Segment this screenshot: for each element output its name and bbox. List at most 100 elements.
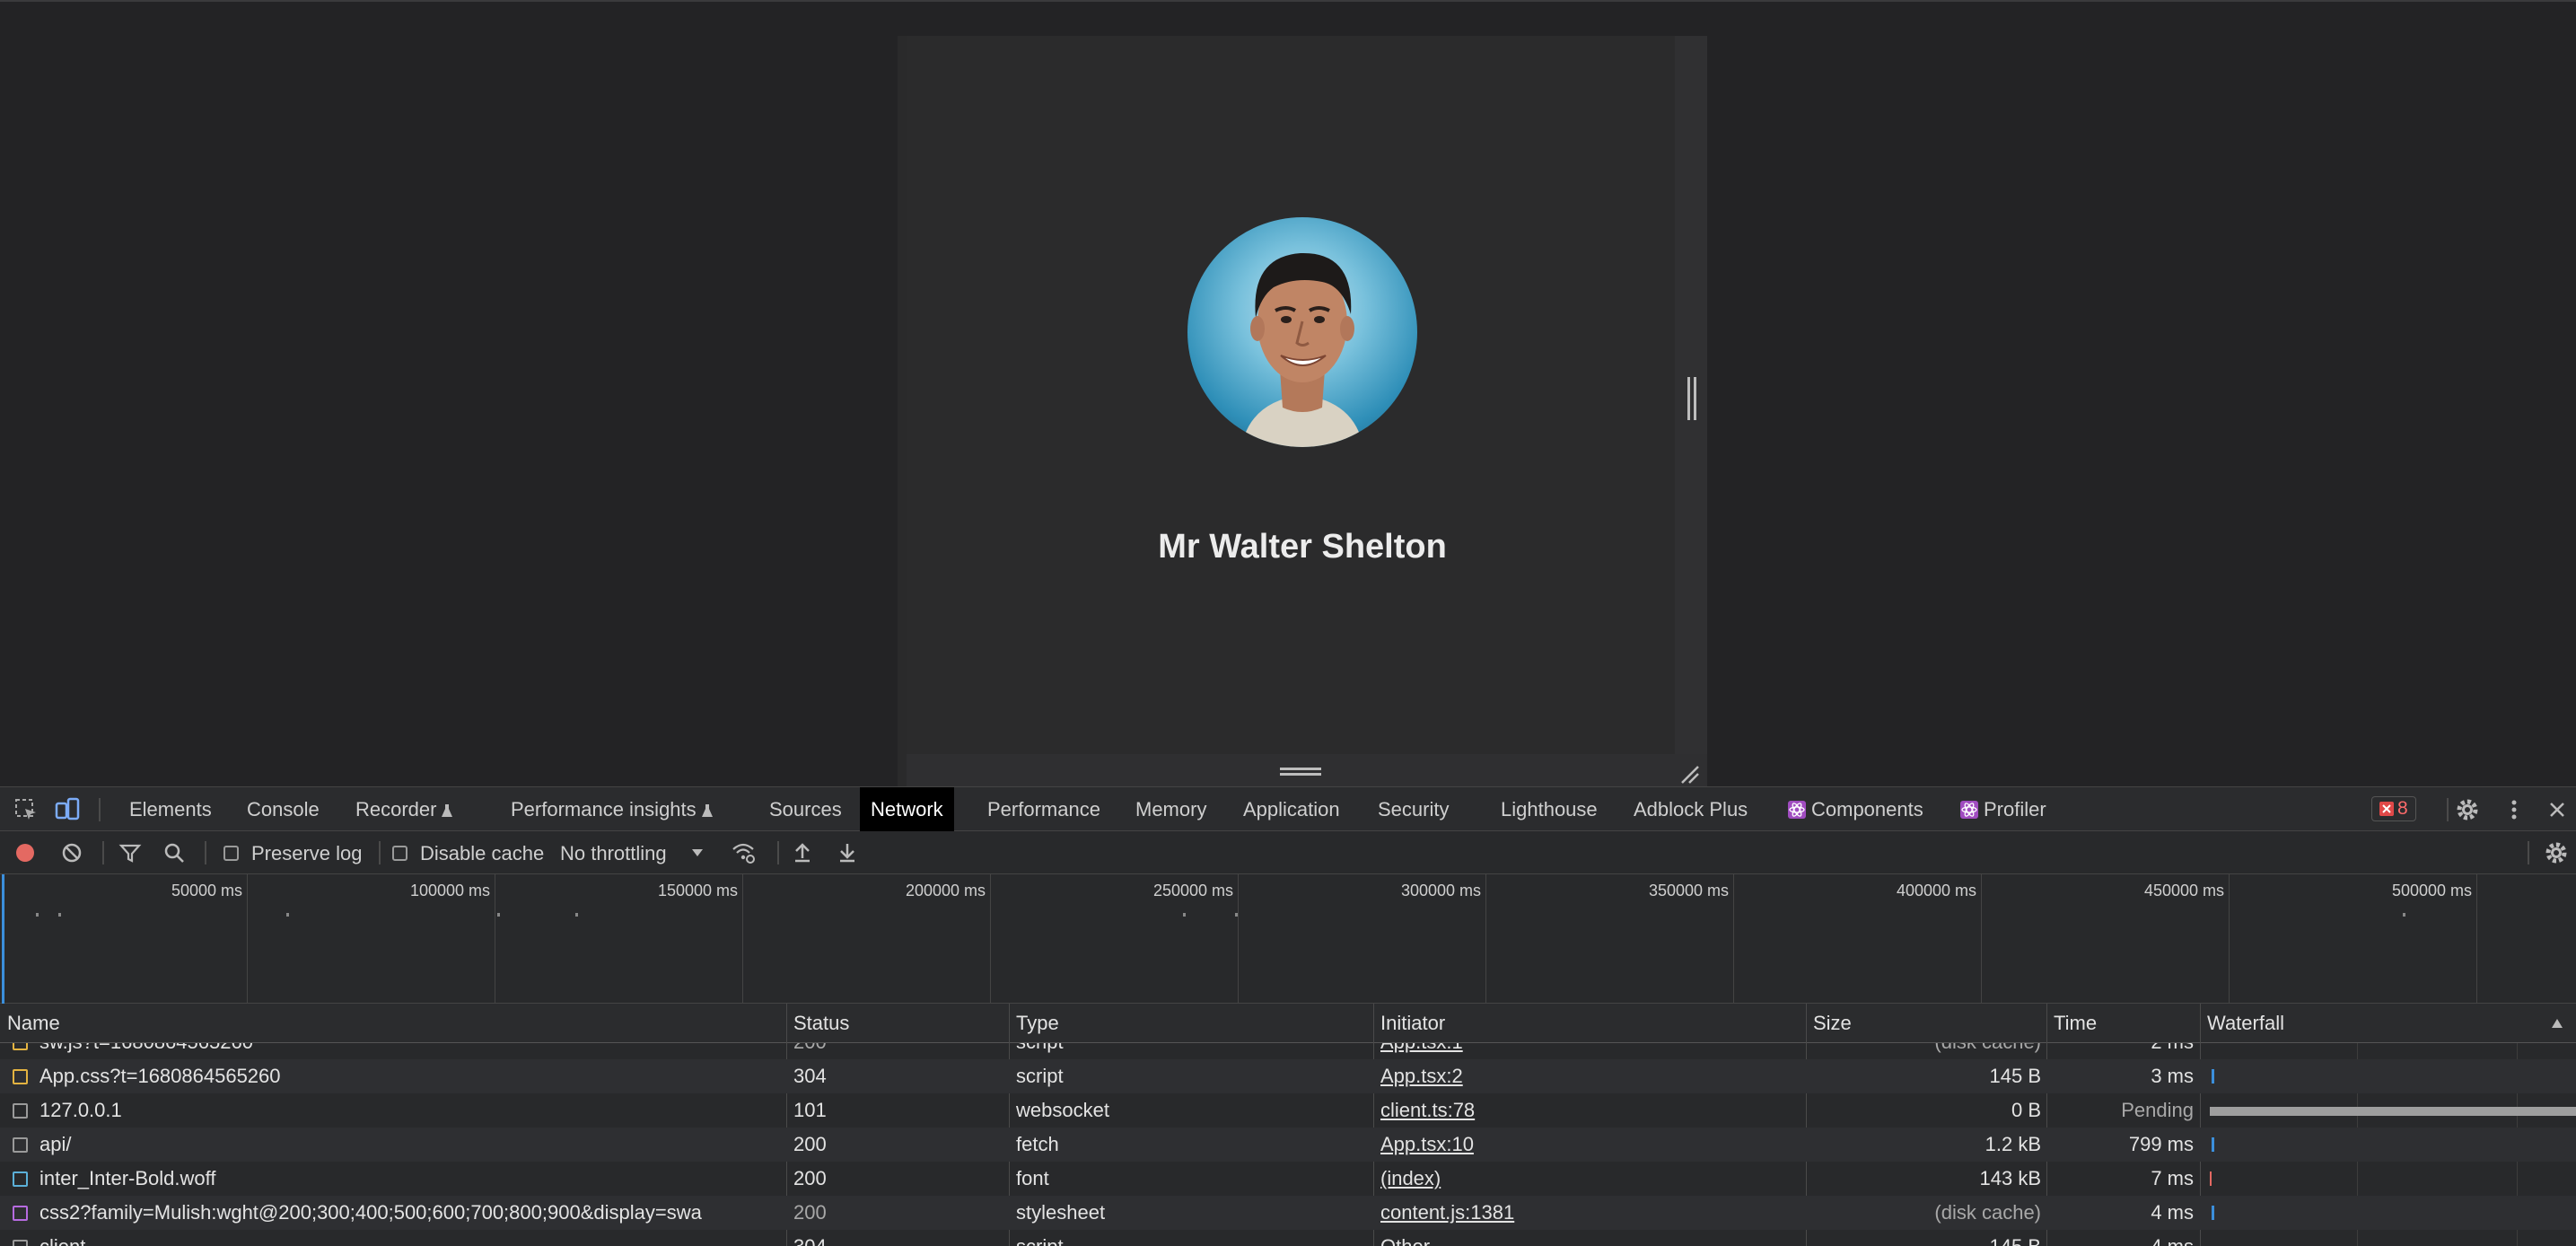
request-name: sw.js?t=1680864565260 <box>39 1043 781 1059</box>
tab-profiler[interactable]: Profiler <box>1950 787 2057 831</box>
device-bottom-bar <box>907 754 1707 788</box>
column-header-type[interactable]: Type <box>1009 1004 1059 1043</box>
tab-console[interactable]: Console <box>236 787 330 831</box>
request-time: Pending <box>2121 1099 2194 1121</box>
timeline-gridline <box>1981 874 1982 1004</box>
tab-recorder[interactable]: Recorder <box>345 787 463 831</box>
devtools-tabbar: Elements Console Recorder Performance in… <box>0 786 2576 831</box>
disable-cache-label: Disable cache <box>420 842 545 864</box>
tab-performance-insights[interactable]: Performance insights <box>500 787 723 831</box>
waterfall-bar <box>2212 1069 2214 1084</box>
tab-memory[interactable]: Memory <box>1125 787 1217 831</box>
record-icon[interactable] <box>13 840 38 865</box>
request-status: 101 <box>793 1099 827 1121</box>
disable-cache-checkbox[interactable] <box>392 846 407 861</box>
column-header-size[interactable]: Size <box>1806 1004 1852 1043</box>
waterfall-bar <box>2212 1137 2214 1152</box>
network-conditions-icon[interactable] <box>731 840 756 865</box>
column-header-status[interactable]: Status <box>786 1004 849 1043</box>
table-row[interactable]: App.css?t=1680864565260 304 script App.t… <box>0 1059 2576 1093</box>
preserve-log-label: Preserve log <box>251 842 363 864</box>
request-size: 0 B <box>2011 1099 2041 1121</box>
import-har-icon[interactable] <box>790 840 815 865</box>
request-name: api/ <box>39 1133 72 1155</box>
script-file-icon <box>13 1069 28 1084</box>
resize-corner-icon[interactable] <box>1680 765 1700 785</box>
timeline-request-mark <box>58 913 61 917</box>
fetch-file-icon <box>13 1137 28 1153</box>
export-har-icon[interactable] <box>835 840 860 865</box>
timeline-request-mark <box>1235 913 1238 917</box>
resize-handle-right[interactable] <box>1687 377 1696 420</box>
error-flag-icon <box>2379 802 2394 816</box>
sort-ascending-icon[interactable] <box>2551 1018 2563 1029</box>
request-initiator-link[interactable]: App.tsx:2 <box>1380 1059 1793 1093</box>
table-row[interactable]: sw.js?t=1680864565260 200 script App.tsx… <box>0 1043 2576 1059</box>
network-settings-gear-icon[interactable] <box>2544 840 2569 865</box>
profile-name: Mr Walter Shelton <box>1158 528 1447 566</box>
close-devtools-icon[interactable] <box>2544 796 2571 823</box>
request-size: (disk cache) <box>1934 1201 2041 1224</box>
column-header-waterfall[interactable]: Waterfall <box>2200 1004 2284 1043</box>
tab-security[interactable]: Security <box>1367 787 1459 831</box>
request-initiator-link[interactable]: content.js:1381 <box>1380 1196 1793 1230</box>
websocket-file-icon <box>13 1103 28 1119</box>
tab-adblock-plus[interactable]: Adblock Plus <box>1623 787 1758 831</box>
preserve-log-checkbox[interactable] <box>223 846 239 861</box>
tab-network[interactable]: Network <box>860 787 954 831</box>
script-file-icon <box>13 1240 28 1246</box>
tab-components[interactable]: Components <box>1777 787 1934 831</box>
tab-elements[interactable]: Elements <box>118 787 223 831</box>
request-initiator-link[interactable]: App.tsx:1 <box>1380 1043 1793 1059</box>
inspect-element-icon[interactable] <box>13 796 39 823</box>
table-row[interactable]: client 304 script Other 145 B 4 ms <box>0 1230 2576 1246</box>
table-row[interactable]: 127.0.0.1 101 websocket client.ts:78 0 B… <box>0 1093 2576 1128</box>
request-initiator-link[interactable]: Other <box>1380 1230 1793 1246</box>
table-row[interactable]: api/ 200 fetch App.tsx:10 1.2 kB 799 ms <box>0 1128 2576 1162</box>
timeline-tick-label: 450000 ms <box>2143 882 2224 899</box>
request-size: 143 kB <box>1979 1167 2042 1189</box>
device-frame: Mr Walter Shelton <box>898 36 1707 788</box>
timeline-request-mark <box>497 913 500 917</box>
timeline-gridline <box>990 874 991 1004</box>
tab-lighthouse[interactable]: Lighthouse <box>1490 787 1608 831</box>
settings-gear-icon[interactable] <box>2454 796 2481 823</box>
throttling-select[interactable]: No throttling <box>560 842 667 865</box>
page-viewport: Mr Walter Shelton <box>0 0 2576 788</box>
filter-icon[interactable] <box>118 840 143 865</box>
column-header-initiator[interactable]: Initiator <box>1373 1004 1445 1043</box>
network-toolbar: Preserve log Disable cache No throttling <box>0 831 2576 874</box>
requests-table-body: sw.js?t=1680864565260 200 script App.tsx… <box>0 1043 2576 1246</box>
toolbar-separator <box>379 841 381 864</box>
tab-application[interactable]: Application <box>1232 787 1351 831</box>
request-initiator-link[interactable]: (index) <box>1380 1162 1793 1196</box>
more-options-icon[interactable] <box>2501 796 2528 823</box>
request-name: inter_Inter-Bold.woff <box>39 1167 216 1189</box>
toolbar-separator <box>102 841 104 864</box>
profile-avatar <box>1187 217 1417 447</box>
timeline-cursor <box>2 874 4 1004</box>
request-time: 799 ms <box>2128 1133 2194 1155</box>
experimental-flask-icon <box>442 804 453 817</box>
react-icon <box>1788 801 1806 819</box>
column-header-name[interactable]: Name <box>0 1004 60 1043</box>
table-row[interactable]: css2?family=Mulish:wght@200;300;400;500;… <box>0 1196 2576 1230</box>
dropdown-arrow-icon[interactable] <box>689 844 705 862</box>
timeline-gridline <box>1485 874 1486 1004</box>
clear-icon[interactable] <box>59 840 84 865</box>
request-initiator-link[interactable]: client.ts:78 <box>1380 1093 1793 1128</box>
column-header-time[interactable]: Time <box>2046 1004 2097 1043</box>
tab-sources[interactable]: Sources <box>758 787 853 831</box>
tab-performance[interactable]: Performance <box>977 787 1111 831</box>
request-time: 7 ms <box>2151 1167 2194 1189</box>
error-count-badge[interactable]: 8 <box>2371 796 2416 821</box>
resize-handle-bottom[interactable] <box>1280 768 1321 776</box>
search-icon[interactable] <box>162 840 187 865</box>
tabbar-separator <box>2447 798 2449 821</box>
network-overview-timeline[interactable]: 50000 ms 100000 ms 150000 ms 200000 ms 2… <box>0 874 2576 1004</box>
waterfall-pending-bar <box>2210 1107 2576 1116</box>
table-row[interactable]: inter_Inter-Bold.woff 200 font (index) 1… <box>0 1162 2576 1196</box>
timeline-gridline <box>742 874 743 1004</box>
device-toolbar-icon[interactable] <box>54 796 81 823</box>
request-initiator-link[interactable]: App.tsx:10 <box>1380 1128 1793 1162</box>
